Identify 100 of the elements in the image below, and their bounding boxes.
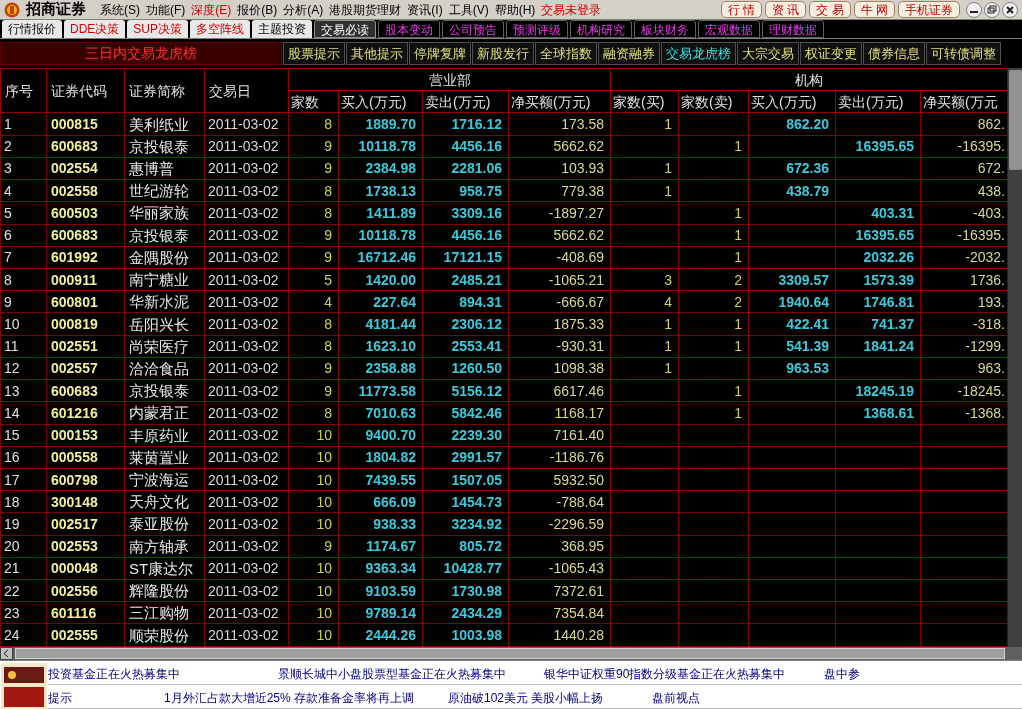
table-cell: 2011-03-02 xyxy=(204,312,289,336)
scrollbar-thumb[interactable] xyxy=(1009,70,1022,170)
menu-item[interactable]: 港股期货理财 xyxy=(329,0,402,19)
tab[interactable]: SUP决策 xyxy=(127,20,189,38)
tab[interactable]: 公司预告 xyxy=(442,20,505,38)
tab[interactable]: 多空阵线 xyxy=(190,20,251,38)
menu-item[interactable]: 深度(E) xyxy=(191,0,232,19)
sub-tab[interactable]: 其他提示 xyxy=(346,42,408,65)
column-header: 家数(卖) xyxy=(678,90,749,113)
table-cell: 2485.21 xyxy=(422,268,509,291)
close-icon[interactable] xyxy=(1002,1,1018,18)
menu-item[interactable]: 交易未登录 xyxy=(541,0,602,19)
news-ticker-item[interactable]: 投资基金正在火热募集中 xyxy=(48,665,180,683)
table-cell: 2011-03-02 xyxy=(204,401,289,424)
tab[interactable]: DDE决策 xyxy=(64,20,126,38)
scrollbar-thumb[interactable] xyxy=(15,648,1005,659)
news-ticker-item[interactable]: 盘中参 xyxy=(824,665,860,683)
column-header: 净买额(万元) xyxy=(508,90,611,113)
table-cell: 8 xyxy=(288,112,339,136)
tab[interactable]: 主题投资 xyxy=(252,20,313,38)
table-cell: 1889.70 xyxy=(338,112,423,136)
table-cell: 9 xyxy=(288,135,339,158)
table-cell: 17 xyxy=(0,468,47,491)
tab[interactable]: 交易必读 xyxy=(314,20,377,38)
tab[interactable]: 宏观数据 xyxy=(698,20,761,38)
sub-tab[interactable]: 交易龙虎榜 xyxy=(661,42,736,65)
table-cell: 泰亚股份 xyxy=(124,512,205,536)
quick-button[interactable]: 行 情 xyxy=(720,1,762,18)
menu-item[interactable]: 分析(A) xyxy=(283,0,324,19)
table-cell: -318. xyxy=(920,312,1008,336)
table-cell: 18 xyxy=(0,490,47,513)
sub-tab[interactable]: 新股发行 xyxy=(472,42,534,65)
tab[interactable]: 股本变动 xyxy=(378,20,441,38)
table-cell: 666.09 xyxy=(338,490,423,513)
table-cell: 1 xyxy=(678,401,749,424)
menu-item[interactable]: 报价(B) xyxy=(237,0,278,19)
table-cell: -1065.43 xyxy=(508,557,611,580)
table-cell: 2011-03-02 xyxy=(204,246,289,269)
table-cell: 6 xyxy=(0,224,47,247)
sub-tab[interactable]: 停牌复牌 xyxy=(409,42,471,65)
table-cell: 2358.88 xyxy=(338,357,423,380)
table-cell: 10 xyxy=(288,557,339,580)
news-ticker-item[interactable]: 1月外汇占款大增近25% 存款准备金率将再上调 xyxy=(164,689,415,707)
column-header: 卖出(万元) xyxy=(835,90,921,113)
menu-item[interactable]: 帮助(H) xyxy=(494,0,536,19)
sub-tab[interactable]: 债券信息 xyxy=(863,42,925,65)
sub-tab[interactable]: 全球指数 xyxy=(535,42,597,65)
table-cell: 顺荣股份 xyxy=(124,623,205,647)
table-cell: 002551 xyxy=(46,335,125,358)
table-cell: -2032. xyxy=(920,246,1008,269)
table-cell: 8 xyxy=(0,268,47,291)
table-cell: 1716.12 xyxy=(422,112,509,136)
news-ticker-item[interactable]: 盘前视点 xyxy=(652,689,700,707)
table-cell: 11773.58 xyxy=(338,379,423,402)
table-cell: 4456.16 xyxy=(422,135,509,158)
sub-tab[interactable]: 股票提示 xyxy=(283,42,345,65)
table-cell: 862. xyxy=(920,112,1008,136)
table-cell: -18245. xyxy=(920,379,1008,402)
quick-button[interactable]: 手机证券 xyxy=(898,1,960,18)
table-cell: -930.31 xyxy=(508,335,611,358)
sub-tab[interactable]: 权证变更 xyxy=(800,42,862,65)
vertical-scrollbar[interactable] xyxy=(1008,68,1022,647)
table-cell: 541.39 xyxy=(748,335,836,358)
tab[interactable]: 行情报价 xyxy=(2,20,62,38)
menu-item[interactable]: 功能(F) xyxy=(146,0,186,19)
quick-button[interactable]: 交 易 xyxy=(809,1,851,18)
scroll-left-icon[interactable] xyxy=(0,647,13,660)
table-cell: 805.72 xyxy=(422,535,509,558)
sub-tab[interactable]: 可转债调整 xyxy=(926,42,1001,65)
minimize-icon[interactable] xyxy=(966,1,982,18)
column-header: 净买额(万元 xyxy=(920,90,1008,113)
tab[interactable]: 预测评级 xyxy=(506,20,569,38)
sub-tab[interactable]: 大宗交易 xyxy=(737,42,799,65)
menu-item[interactable]: 系统(S) xyxy=(100,0,140,19)
tab[interactable]: 板块财务 xyxy=(634,20,697,38)
restore-icon[interactable] xyxy=(984,1,1000,18)
news-ticker-item[interactable]: 银华中证权重90指数分级基金正在火热募集中 xyxy=(544,665,786,683)
table-cell: 002555 xyxy=(46,623,125,647)
news-ticker-item[interactable]: 原油破102美元 美股小幅上扬 xyxy=(448,689,604,707)
menu-item[interactable]: 工具(V) xyxy=(448,0,489,19)
horizontal-scrollbar[interactable] xyxy=(0,647,1022,660)
tab[interactable]: 机构研究 xyxy=(570,20,633,38)
table-cell: 1 xyxy=(678,335,749,358)
table-cell: 13 xyxy=(0,379,47,402)
column-header: 买入(万元) xyxy=(338,90,423,113)
menu-item[interactable]: 资讯(I) xyxy=(407,0,443,19)
table-cell: 2011-03-02 xyxy=(204,179,289,202)
table-cell: -1065.21 xyxy=(508,268,611,291)
table-cell: 天舟文化 xyxy=(124,490,205,513)
sub-tab[interactable]: 融资融券 xyxy=(598,42,660,65)
news-ticker-item[interactable]: 提示 xyxy=(48,689,72,707)
quick-button[interactable]: 牛 网 xyxy=(853,1,895,18)
table-cell: 002554 xyxy=(46,157,125,180)
table-cell: 22 xyxy=(0,579,47,602)
news-ticker-item[interactable]: 景顺长城中小盘股票型基金正在火热募集中 xyxy=(278,665,506,683)
quick-button[interactable]: 资 讯 xyxy=(764,1,807,18)
column-header: 证券代码 xyxy=(46,68,125,113)
tab[interactable]: 理财数据 xyxy=(762,20,825,38)
table-cell: 16395.65 xyxy=(835,224,921,247)
table-cell: 2011-03-02 xyxy=(204,424,289,447)
